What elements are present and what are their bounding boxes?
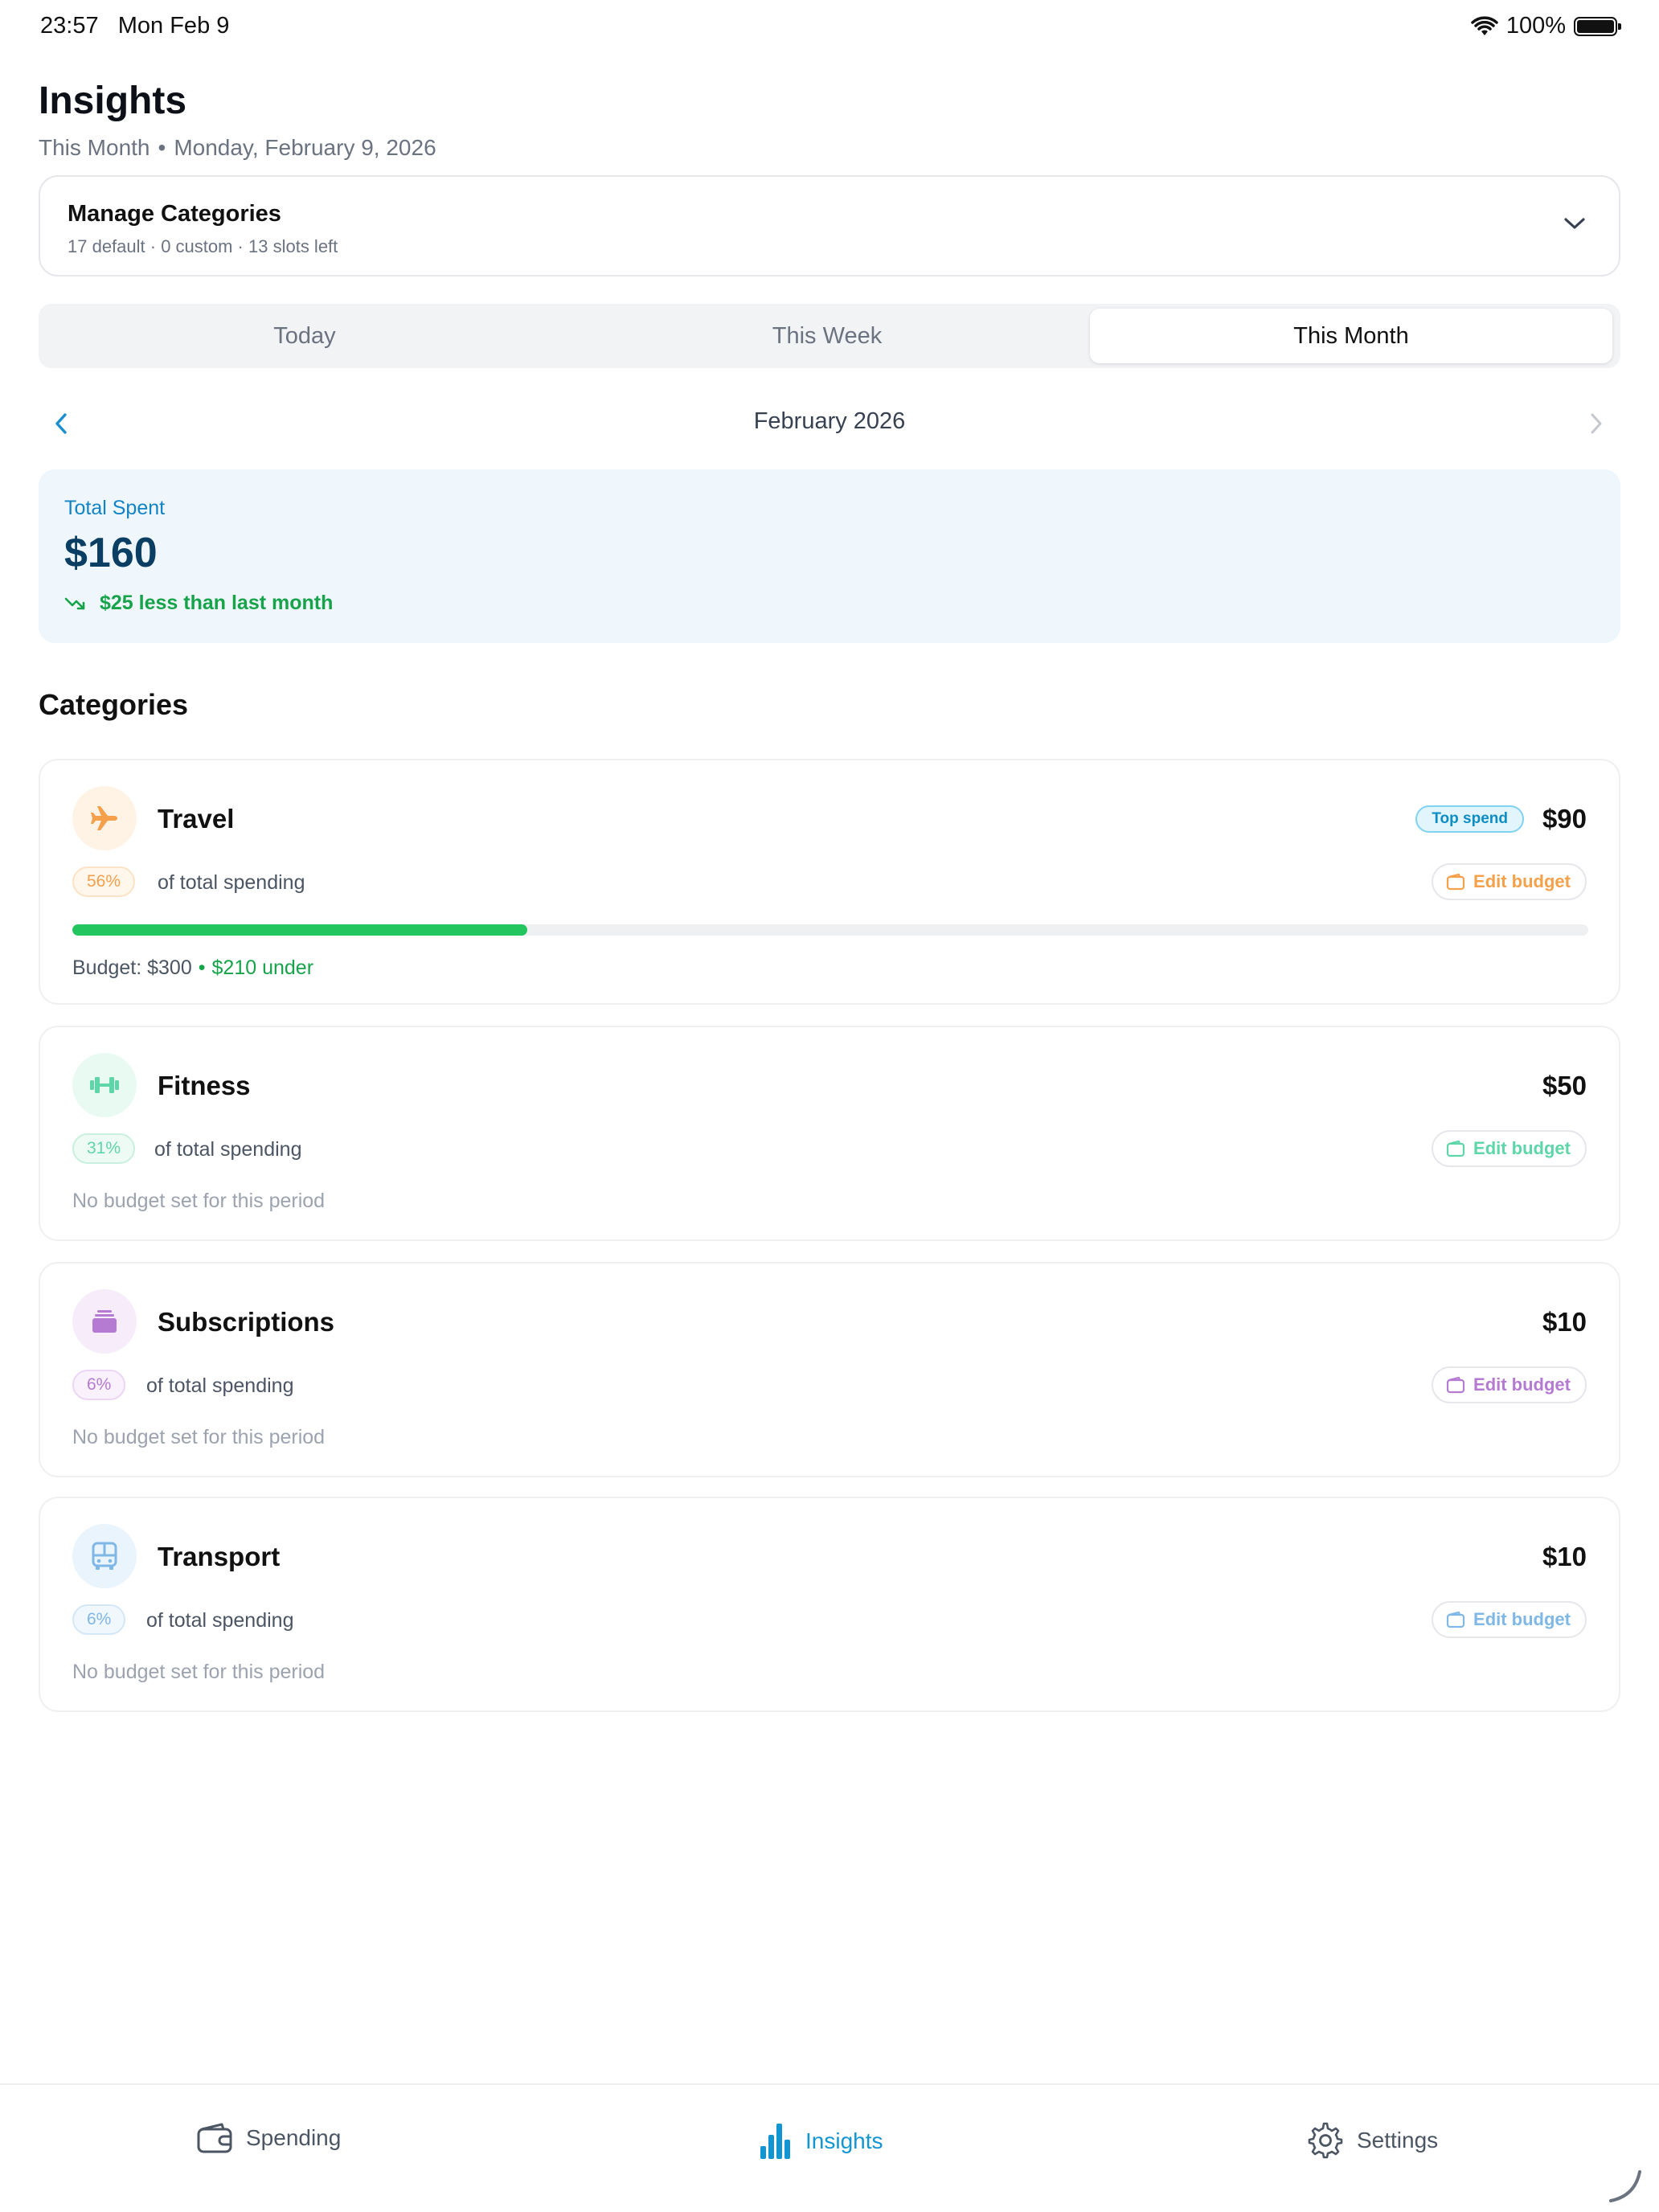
segment-this-week[interactable]: This Week: [566, 309, 1088, 363]
budget-separator: •: [198, 956, 206, 979]
category-name: Travel: [158, 804, 235, 834]
percent-label: of total spending: [158, 871, 305, 894]
subtitle-date: Monday, February 9, 2026: [174, 135, 436, 160]
budget-summary: Budget: $300 • $210 under: [72, 956, 313, 980]
budget-under: $210 under: [211, 956, 314, 979]
stack-icon: [92, 1310, 117, 1333]
month-label: February 2026: [753, 408, 906, 434]
edit-budget-button[interactable]: Edit budget: [1432, 1366, 1587, 1403]
tab-spending[interactable]: Spending: [196, 2122, 341, 2154]
segment-today[interactable]: Today: [43, 309, 566, 363]
wallet-small-icon: [1446, 1611, 1465, 1628]
chevron-right-icon[interactable]: [1588, 412, 1604, 436]
total-spent-label: Total Spent: [64, 497, 166, 519]
budget-progress-bar: [72, 924, 1588, 936]
tab-settings-label: Settings: [1357, 2128, 1439, 2153]
edit-budget-label: Edit budget: [1473, 1609, 1571, 1629]
percent-label: of total spending: [146, 1609, 294, 1632]
wifi-icon: [1471, 15, 1498, 35]
bar-chart-icon: [760, 2124, 790, 2159]
total-spent-delta: $25 less than last month: [64, 592, 333, 615]
status-indicators: 100%: [1471, 13, 1621, 39]
top-spend-badge: Top spend: [1415, 805, 1524, 833]
category-name: Subscriptions: [158, 1307, 335, 1337]
status-date: Mon Feb 9: [117, 13, 230, 39]
category-amount: $10: [1542, 1307, 1587, 1337]
subtitle-separator: •: [158, 135, 166, 160]
tab-bar: Spending Insights Settings: [0, 2083, 1659, 2212]
bus-icon: [92, 1542, 117, 1570]
subtitle-period: This Month: [39, 135, 150, 160]
status-clock: 23:57: [40, 13, 99, 39]
category-card-fitness[interactable]: Fitness $50 31% of total spending Edit b…: [39, 1026, 1620, 1241]
category-card-travel[interactable]: Travel Top spend $90 56% of total spendi…: [39, 759, 1620, 1005]
category-name: Transport: [158, 1542, 281, 1571]
no-budget-text: No budget set for this period: [72, 1661, 326, 1683]
budget-amount: Budget: $300: [72, 956, 192, 979]
percent-label: of total spending: [146, 1374, 294, 1397]
percent-badge: 31%: [72, 1133, 136, 1164]
tab-insights-label: Insights: [805, 2128, 883, 2153]
manage-categories-title: Manage Categories: [68, 201, 281, 227]
airplane-icon: [91, 806, 117, 830]
edit-budget-label: Edit budget: [1473, 1374, 1571, 1395]
segment-this-month[interactable]: This Month: [1090, 309, 1612, 363]
chevron-down-icon[interactable]: [1563, 215, 1587, 231]
category-icon-circle: [72, 1053, 137, 1117]
edit-budget-button[interactable]: Edit budget: [1432, 1130, 1587, 1167]
edit-budget-button[interactable]: Edit budget: [1432, 1601, 1587, 1638]
wallet-small-icon: [1446, 1140, 1465, 1157]
no-budget-text: No budget set for this period: [72, 1190, 326, 1212]
month-navigator: February 2026: [39, 399, 1620, 447]
edit-budget-button[interactable]: Edit budget: [1432, 863, 1587, 900]
no-budget-text: No budget set for this period: [72, 1426, 326, 1448]
edit-budget-label: Edit budget: [1473, 871, 1571, 891]
dumbbell-icon: [90, 1077, 119, 1093]
tab-spending-label: Spending: [246, 2125, 342, 2150]
category-amount: $10: [1542, 1542, 1587, 1571]
tab-insights[interactable]: Insights: [759, 2122, 883, 2161]
manage-categories-subtitle: 17 default · 0 custom · 13 slots left: [68, 236, 338, 256]
categories-title: Categories: [39, 688, 189, 721]
wallet-icon: [197, 2123, 232, 2153]
percent-badge: 6%: [72, 1604, 126, 1635]
battery-icon: [1574, 16, 1621, 36]
category-amount: $90: [1542, 804, 1587, 834]
percent-badge: 6%: [72, 1370, 126, 1400]
page-subtitle: This Month • Monday, February 9, 2026: [39, 135, 436, 161]
category-icon-circle: [72, 1289, 137, 1354]
tab-settings[interactable]: Settings: [1307, 2122, 1438, 2159]
battery-percent: 100%: [1505, 13, 1566, 39]
status-bar: 23:57 Mon Feb 9 100%: [0, 0, 1659, 51]
category-card-subscriptions[interactable]: Subscriptions $10 6% of total spending E…: [39, 1262, 1620, 1477]
status-time: 23:57 Mon Feb 9: [40, 13, 229, 39]
category-icon-circle: [72, 786, 137, 850]
gear-icon: [1308, 2122, 1343, 2159]
category-icon-circle: [72, 1524, 137, 1588]
wallet-small-icon: [1446, 1376, 1465, 1394]
period-segmented-control: Today This Week This Month: [39, 304, 1620, 368]
page-title: Insights: [39, 80, 187, 122]
percent-label: of total spending: [154, 1138, 302, 1161]
manage-categories-card[interactable]: Manage Categories 17 default · 0 custom …: [39, 175, 1620, 276]
total-spent-value: $160: [64, 530, 158, 576]
total-spent-delta-text: $25 less than last month: [100, 592, 334, 614]
category-name: Fitness: [158, 1071, 251, 1100]
budget-progress-fill: [72, 924, 527, 936]
category-card-transport[interactable]: Transport $10 6% of total spending Edit …: [39, 1497, 1620, 1712]
wallet-small-icon: [1446, 873, 1465, 891]
edit-budget-label: Edit budget: [1473, 1138, 1571, 1158]
percent-badge: 56%: [72, 866, 136, 897]
total-spent-card: Total Spent $160 $25 less than last mont…: [39, 469, 1620, 643]
resize-handle-icon: [1609, 2170, 1641, 2202]
category-amount: $50: [1542, 1071, 1587, 1100]
trend-down-icon: [64, 597, 85, 609]
